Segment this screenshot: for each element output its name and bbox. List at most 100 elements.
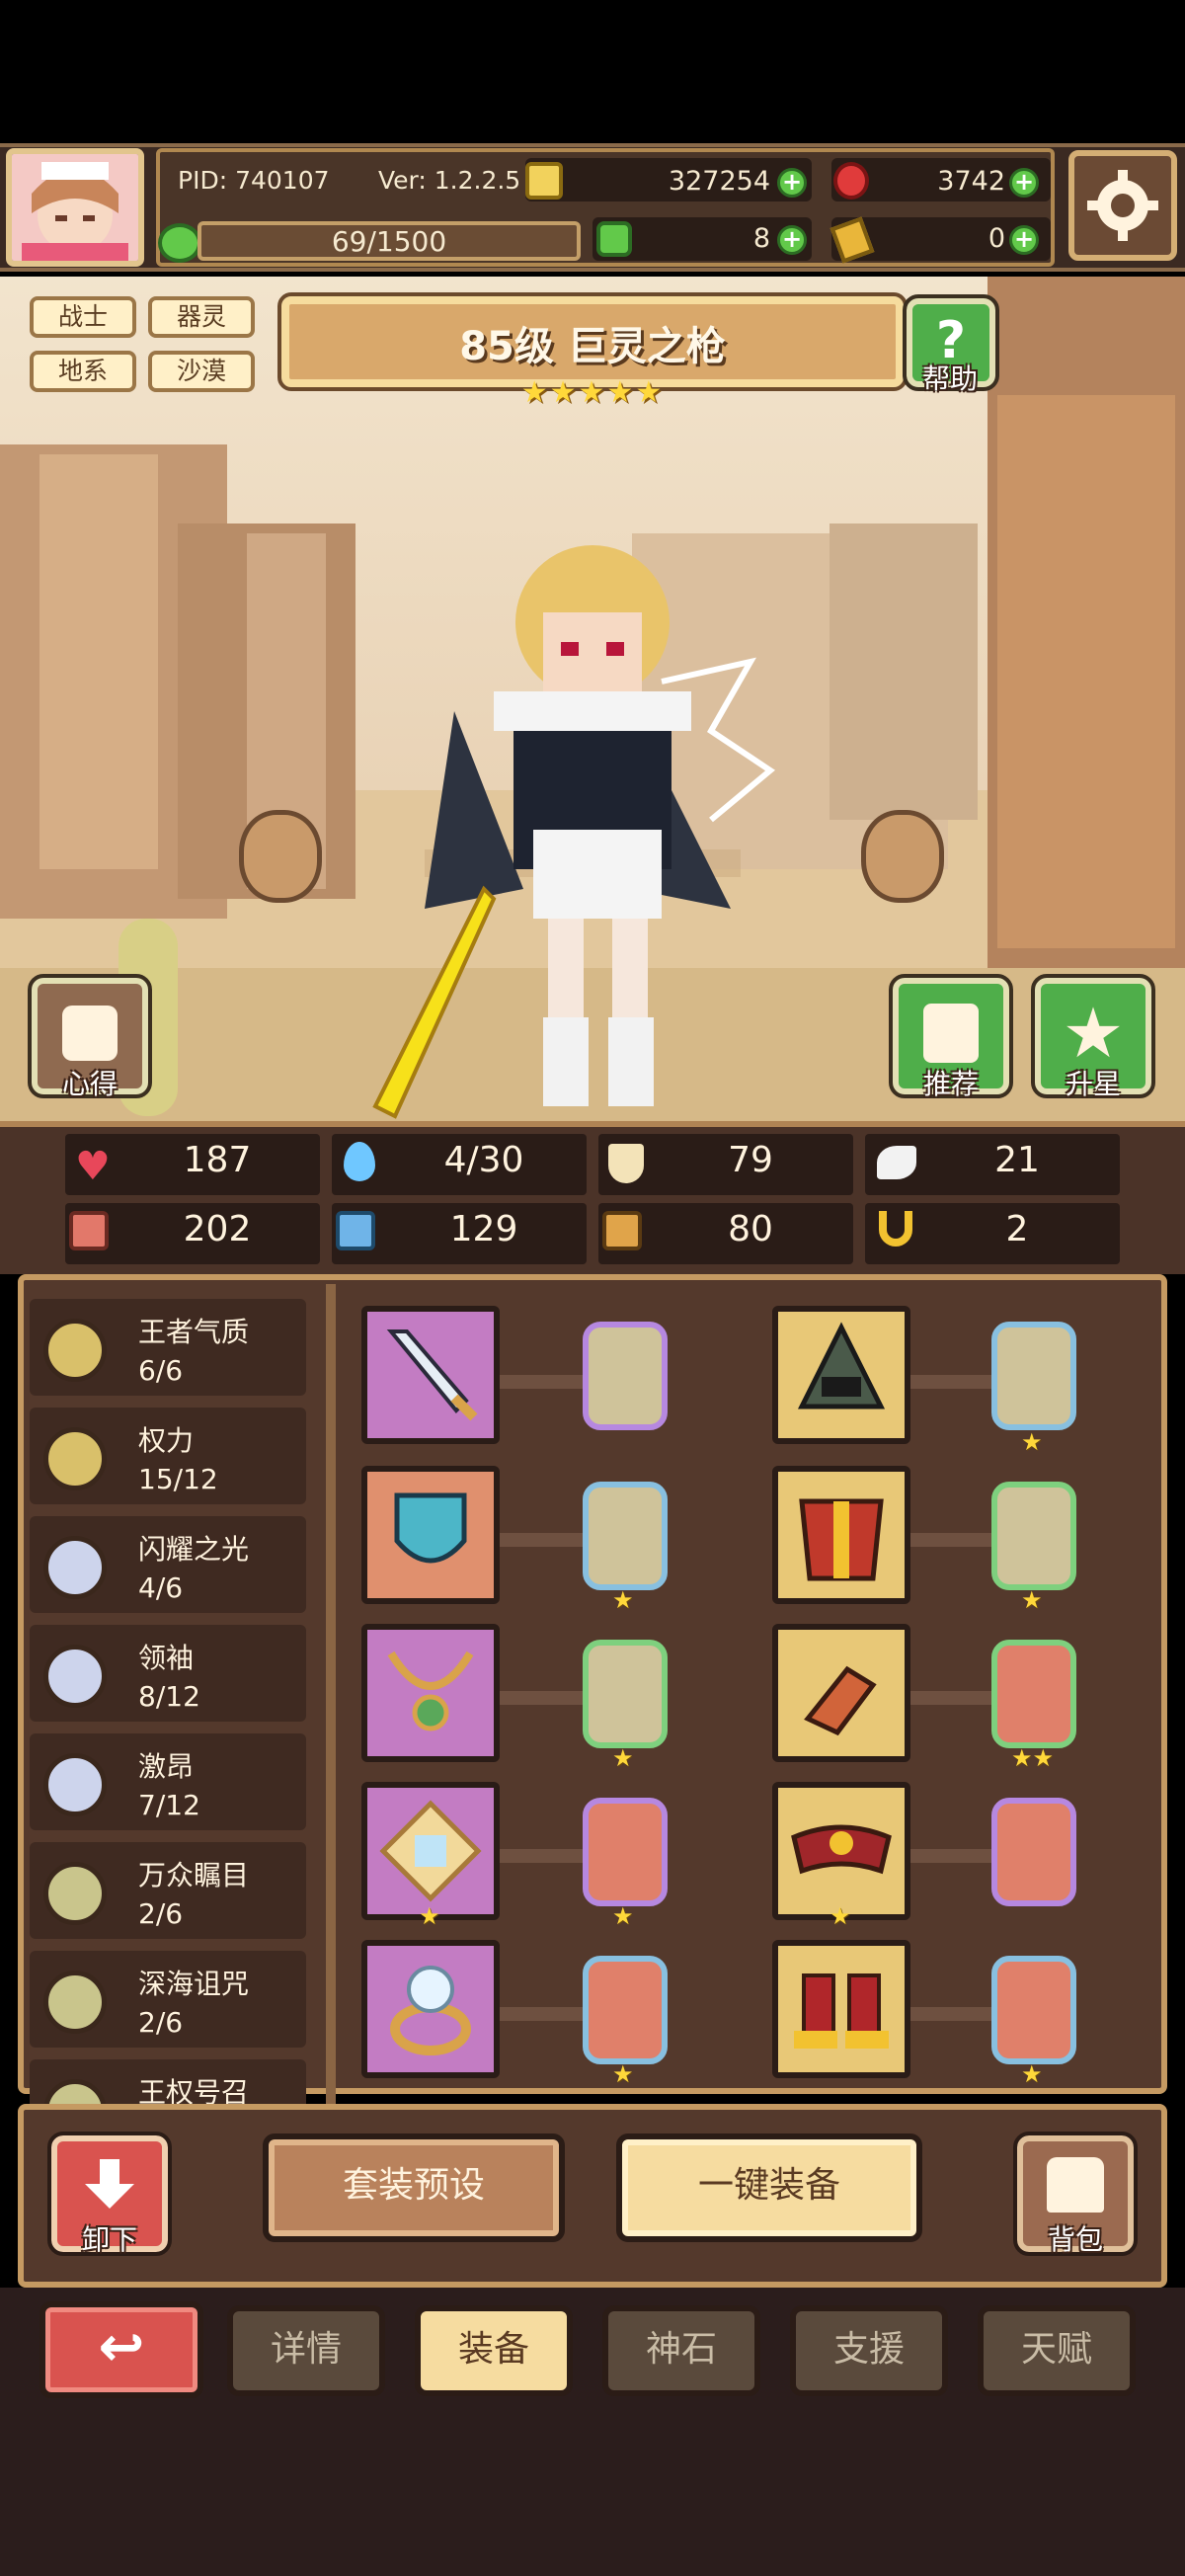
hero-star-rating: ★★★★★ bbox=[520, 375, 665, 410]
helmet-rune-slot[interactable] bbox=[991, 1322, 1076, 1430]
panel-divider bbox=[326, 1284, 336, 2104]
item-star-icon: ★ bbox=[419, 1902, 440, 1930]
shield-icon bbox=[608, 1144, 644, 1183]
belt-slot[interactable] bbox=[772, 1782, 910, 1920]
silver-set-coin-icon bbox=[43, 1753, 107, 1816]
wing-icon bbox=[877, 1146, 916, 1179]
gloves-slot[interactable] bbox=[772, 1624, 910, 1762]
tab-talent[interactable]: 天赋 bbox=[978, 2305, 1136, 2396]
weapon-rune-slot[interactable] bbox=[583, 1322, 668, 1430]
water-drop-icon bbox=[344, 1142, 375, 1181]
boots-rune-slot[interactable] bbox=[991, 1956, 1076, 2064]
necklace-slot[interactable] bbox=[361, 1624, 500, 1762]
rune-star-icon: ★ bbox=[1021, 1428, 1043, 1456]
fist-icon bbox=[69, 1211, 109, 1250]
set-item[interactable]: 王权号召 bbox=[30, 2059, 306, 2109]
clover-value: 8 bbox=[752, 223, 770, 254]
sword-icon bbox=[386, 1329, 478, 1421]
clover-badge-icon bbox=[596, 221, 632, 257]
silver-set-coin-icon bbox=[43, 1645, 107, 1708]
slot-link bbox=[908, 1849, 997, 1863]
belt-icon bbox=[791, 1824, 892, 1875]
ornament-slot[interactable] bbox=[361, 1782, 500, 1920]
gold-coin-icon bbox=[525, 162, 563, 200]
set-item[interactable]: 激昂 7/12 bbox=[30, 1733, 306, 1830]
ruby-icon bbox=[833, 162, 869, 200]
slot-link bbox=[499, 1533, 588, 1547]
necklace-rune-slot[interactable] bbox=[583, 1640, 668, 1748]
rune-star-icon: ★ bbox=[1021, 2060, 1043, 2088]
rune-star-icon: ★ bbox=[612, 1744, 634, 1772]
gem-value: 3742 bbox=[937, 166, 1005, 197]
ornament-rune-slot[interactable] bbox=[583, 1798, 668, 1906]
rune-star-icon: ★ bbox=[612, 1902, 634, 1930]
ring-icon bbox=[390, 1966, 471, 2055]
tab-details[interactable]: 详情 bbox=[227, 2305, 385, 2396]
gold-set-coin-icon bbox=[43, 1319, 107, 1382]
hood-icon bbox=[797, 1322, 886, 1409]
rune-star-icon: ★ bbox=[612, 1586, 634, 1614]
shield-slot[interactable] bbox=[361, 1466, 500, 1604]
bag-label: 背包 bbox=[1047, 2223, 1103, 2256]
set-bonus-list[interactable]: 王者气质 6/6 权力 15/12 闪耀之光 4/6 领袖 8/12 激昂 7/… bbox=[30, 1289, 326, 2109]
weapon-slot[interactable] bbox=[361, 1306, 500, 1444]
armor-rune-slot[interactable] bbox=[991, 1482, 1076, 1590]
set-item[interactable]: 领袖 8/12 bbox=[30, 1625, 306, 1722]
player-avatar[interactable] bbox=[6, 148, 144, 267]
stat-magic-value: 129 bbox=[449, 1209, 518, 1249]
settings-button[interactable] bbox=[1068, 150, 1177, 261]
helmet-slot[interactable] bbox=[772, 1306, 910, 1444]
tab-equipment[interactable]: 装备 bbox=[415, 2305, 573, 2396]
clover-icon bbox=[158, 223, 201, 263]
right-rotate-orb[interactable] bbox=[861, 810, 944, 903]
rune-star-icon: ★ bbox=[612, 2060, 634, 2088]
down-arrow-icon bbox=[85, 2159, 134, 2209]
set-item[interactable]: 权力 15/12 bbox=[30, 1408, 306, 1504]
auto-equip-button[interactable]: 一键装备 bbox=[616, 2133, 922, 2242]
left-rotate-orb[interactable] bbox=[239, 810, 322, 903]
spellbook-icon bbox=[336, 1211, 375, 1250]
green-set-coin-icon bbox=[43, 1862, 107, 1925]
star-up-label: 升星 bbox=[1065, 1068, 1121, 1100]
hero-character[interactable] bbox=[336, 533, 849, 1126]
shield-rune-slot[interactable] bbox=[583, 1482, 668, 1590]
armor-slot[interactable] bbox=[772, 1466, 910, 1604]
back-button[interactable]: ↩ bbox=[40, 2301, 203, 2398]
stat-attack-value: 202 bbox=[183, 1209, 252, 1249]
set-item[interactable]: 深海诅咒 2/6 bbox=[30, 1951, 306, 2048]
set-item[interactable]: 闪耀之光 4/6 bbox=[30, 1516, 306, 1613]
horseshoe-icon bbox=[879, 1211, 912, 1247]
help-label: 帮助 bbox=[921, 362, 978, 395]
notes-label: 心得 bbox=[61, 1068, 118, 1100]
set-item[interactable]: 王者气质 6/6 bbox=[30, 1299, 306, 1396]
amulet-icon bbox=[387, 1650, 474, 1731]
slot-link bbox=[499, 1375, 588, 1389]
hero-title: 85级 巨灵之枪 bbox=[459, 324, 726, 369]
crystal-icon bbox=[379, 1800, 482, 1902]
silver-set-coin-icon bbox=[43, 1536, 107, 1599]
gloves-rune-slot[interactable] bbox=[991, 1640, 1076, 1748]
ring-rune-slot[interactable] bbox=[583, 1956, 668, 2064]
belt-rune-slot[interactable] bbox=[991, 1798, 1076, 1906]
stat-mana-value: 4/30 bbox=[443, 1140, 524, 1180]
armor-icon bbox=[799, 1498, 884, 1581]
ring-slot[interactable] bbox=[361, 1940, 500, 2078]
boots-slot[interactable] bbox=[772, 1940, 910, 2078]
tab-support[interactable]: 支援 bbox=[790, 2305, 948, 2396]
tag-class: 战士 bbox=[30, 296, 136, 338]
add-clover-button[interactable]: + bbox=[777, 225, 807, 255]
key-value: 0 bbox=[988, 223, 1005, 254]
tab-godstone[interactable]: 神石 bbox=[602, 2305, 760, 2396]
action-bar bbox=[18, 2104, 1167, 2288]
add-gem-button[interactable]: + bbox=[1009, 168, 1039, 198]
glove-icon bbox=[804, 1665, 877, 1736]
set-item[interactable]: 万众瞩目 2/6 bbox=[30, 1842, 306, 1939]
add-gold-button[interactable]: + bbox=[777, 168, 807, 198]
preset-button[interactable]: 套装预设 bbox=[263, 2133, 565, 2242]
thumbs-up-icon bbox=[923, 1004, 979, 1063]
add-key-button[interactable]: + bbox=[1009, 225, 1039, 255]
boot-icon bbox=[602, 1211, 642, 1250]
stat-defense-value: 79 bbox=[728, 1140, 773, 1180]
boots-icon bbox=[794, 1973, 889, 2049]
blue-shield-icon bbox=[394, 1492, 467, 1564]
